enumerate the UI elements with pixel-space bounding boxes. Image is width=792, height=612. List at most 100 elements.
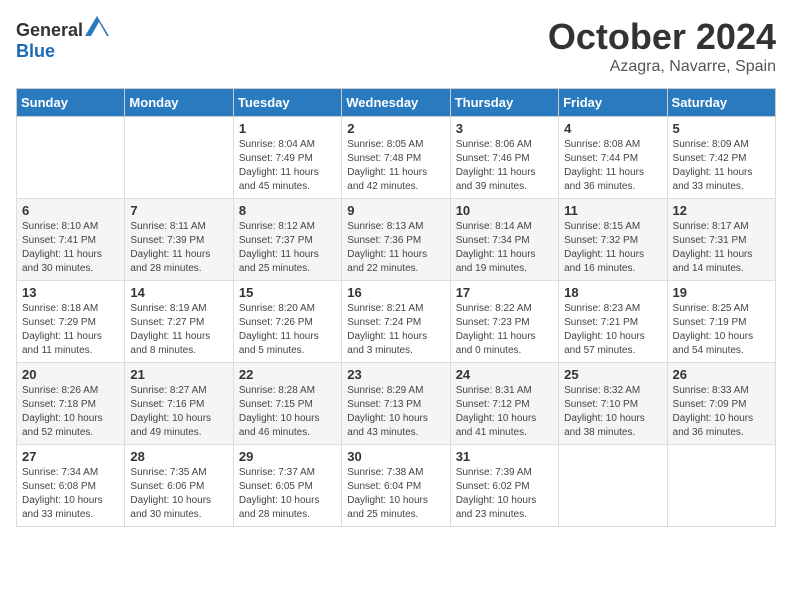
day-number: 30 bbox=[347, 449, 444, 464]
weekday-header-friday: Friday bbox=[559, 89, 667, 117]
logo-general: General bbox=[16, 20, 83, 40]
calendar-cell: 31Sunrise: 7:39 AMSunset: 6:02 PMDayligh… bbox=[450, 445, 558, 527]
day-detail: Sunrise: 7:38 AMSunset: 6:04 PMDaylight:… bbox=[347, 466, 444, 522]
day-number: 24 bbox=[456, 367, 553, 382]
calendar-cell: 4Sunrise: 8:08 AMSunset: 7:44 PMDaylight… bbox=[559, 117, 667, 199]
calendar-cell: 10 Sunrise: 8:14 AMSunset: 7:34 PMDayligh… bbox=[450, 199, 558, 281]
weekday-header-thursday: Thursday bbox=[450, 89, 558, 117]
day-detail: Sunrise: 8:17 AMSunset: 7:31 PMDaylight:… bbox=[673, 220, 770, 276]
day-detail: Sunrise: 8:26 AMSunset: 7:18 PMDaylight:… bbox=[22, 384, 119, 440]
day-number: 11 bbox=[564, 203, 661, 218]
day-detail: Sunrise: 7:37 AMSunset: 6:05 PMDaylight:… bbox=[239, 466, 336, 522]
day-detail: Sunrise: 8:20 AMSunset: 7:26 PMDaylight:… bbox=[239, 302, 336, 358]
day-detail: Sunrise: 7:35 AMSunset: 6:06 PMDaylight:… bbox=[130, 466, 227, 522]
calendar-table: SundayMondayTuesdayWednesdayThursdayFrid… bbox=[16, 88, 776, 527]
calendar-cell: 27 Sunrise: 7:34 AMSunset: 6:08 PMDayligh… bbox=[17, 445, 125, 527]
day-number: 4 bbox=[564, 121, 661, 136]
day-number: 10 bbox=[456, 203, 553, 218]
day-detail: Sunrise: 7:34 AMSunset: 6:08 PMDaylight:… bbox=[22, 466, 119, 522]
calendar-week-row: 20 Sunrise: 8:26 AMSunset: 7:18 PMDayligh… bbox=[17, 363, 776, 445]
title-block: October 2024 Azagra, Navarre, Spain bbox=[548, 16, 776, 76]
calendar-cell: 14Sunrise: 8:19 AMSunset: 7:27 PMDayligh… bbox=[125, 281, 233, 363]
calendar-cell: 23Sunrise: 8:29 AMSunset: 7:13 PMDayligh… bbox=[342, 363, 450, 445]
calendar-cell: 29 Sunrise: 7:37 AMSunset: 6:05 PMDayligh… bbox=[233, 445, 341, 527]
day-number: 15 bbox=[239, 285, 336, 300]
calendar-cell: 15 Sunrise: 8:20 AMSunset: 7:26 PMDayligh… bbox=[233, 281, 341, 363]
day-number: 18 bbox=[564, 285, 661, 300]
day-number: 1 bbox=[239, 121, 336, 136]
day-number: 26 bbox=[673, 367, 770, 382]
day-number: 31 bbox=[456, 449, 553, 464]
day-number: 13 bbox=[22, 285, 119, 300]
day-detail: Sunrise: 8:22 AMSunset: 7:23 PMDaylight:… bbox=[456, 302, 553, 358]
day-number: 23 bbox=[347, 367, 444, 382]
day-number: 25 bbox=[564, 367, 661, 382]
day-number: 7 bbox=[130, 203, 227, 218]
calendar-cell: 26 Sunrise: 8:33 AMSunset: 7:09 PMDayligh… bbox=[667, 363, 775, 445]
day-detail: Sunrise: 8:12 AMSunset: 7:37 PMDaylight:… bbox=[239, 220, 336, 276]
calendar-week-row: 13 Sunrise: 8:18 AMSunset: 7:29 PMDayligh… bbox=[17, 281, 776, 363]
day-detail: Sunrise: 8:18 AMSunset: 7:29 PMDaylight:… bbox=[22, 302, 119, 358]
day-number: 20 bbox=[22, 367, 119, 382]
day-detail: Sunrise: 8:23 AMSunset: 7:21 PMDaylight:… bbox=[564, 302, 661, 358]
weekday-header-tuesday: Tuesday bbox=[233, 89, 341, 117]
calendar-cell: 11Sunrise: 8:15 AMSunset: 7:32 PMDayligh… bbox=[559, 199, 667, 281]
day-detail: Sunrise: 8:33 AMSunset: 7:09 PMDaylight:… bbox=[673, 384, 770, 440]
logo-icon bbox=[85, 16, 109, 36]
logo-blue: Blue bbox=[16, 41, 55, 61]
day-number: 29 bbox=[239, 449, 336, 464]
day-detail: Sunrise: 8:27 AMSunset: 7:16 PMDaylight:… bbox=[130, 384, 227, 440]
weekday-header-sunday: Sunday bbox=[17, 89, 125, 117]
day-number: 21 bbox=[130, 367, 227, 382]
calendar-cell: 18 Sunrise: 8:23 AMSunset: 7:21 PMDayligh… bbox=[559, 281, 667, 363]
calendar-cell: 19 Sunrise: 8:25 AMSunset: 7:19 PMDayligh… bbox=[667, 281, 775, 363]
calendar-cell: 5Sunrise: 8:09 AMSunset: 7:42 PMDaylight… bbox=[667, 117, 775, 199]
calendar-cell bbox=[125, 117, 233, 199]
day-detail: Sunrise: 8:21 AMSunset: 7:24 PMDaylight:… bbox=[347, 302, 444, 358]
day-number: 2 bbox=[347, 121, 444, 136]
day-detail: Sunrise: 8:06 AMSunset: 7:46 PMDaylight:… bbox=[456, 138, 553, 194]
calendar-cell: 16 Sunrise: 8:21 AMSunset: 7:24 PMDayligh… bbox=[342, 281, 450, 363]
calendar-cell: 20 Sunrise: 8:26 AMSunset: 7:18 PMDayligh… bbox=[17, 363, 125, 445]
calendar-cell: 21 Sunrise: 8:27 AMSunset: 7:16 PMDayligh… bbox=[125, 363, 233, 445]
calendar-cell: 17 Sunrise: 8:22 AMSunset: 7:23 PMDayligh… bbox=[450, 281, 558, 363]
day-number: 27 bbox=[22, 449, 119, 464]
logo: General Blue bbox=[16, 16, 109, 62]
day-number: 5 bbox=[673, 121, 770, 136]
day-detail: Sunrise: 8:10 AMSunset: 7:41 PMDaylight:… bbox=[22, 220, 119, 276]
weekday-header-saturday: Saturday bbox=[667, 89, 775, 117]
day-number: 9 bbox=[347, 203, 444, 218]
calendar-cell bbox=[559, 445, 667, 527]
calendar-week-row: 6 Sunrise: 8:10 AMSunset: 7:41 PMDaylight… bbox=[17, 199, 776, 281]
day-number: 22 bbox=[239, 367, 336, 382]
calendar-cell: 25 Sunrise: 8:32 AMSunset: 7:10 PMDayligh… bbox=[559, 363, 667, 445]
calendar-cell: 7Sunrise: 8:11 AMSunset: 7:39 PMDaylight… bbox=[125, 199, 233, 281]
day-detail: Sunrise: 8:25 AMSunset: 7:19 PMDaylight:… bbox=[673, 302, 770, 358]
day-number: 28 bbox=[130, 449, 227, 464]
calendar-cell bbox=[17, 117, 125, 199]
calendar-cell: 1Sunrise: 8:04 AMSunset: 7:49 PMDaylight… bbox=[233, 117, 341, 199]
day-detail: Sunrise: 8:05 AMSunset: 7:48 PMDaylight:… bbox=[347, 138, 444, 194]
page-header: General Blue October 2024 Azagra, Navarr… bbox=[16, 16, 776, 76]
calendar-cell: 6 Sunrise: 8:10 AMSunset: 7:41 PMDaylight… bbox=[17, 199, 125, 281]
calendar-week-row: 27 Sunrise: 7:34 AMSunset: 6:08 PMDayligh… bbox=[17, 445, 776, 527]
day-detail: Sunrise: 8:14 AMSunset: 7:34 PMDaylight:… bbox=[456, 220, 553, 276]
day-number: 6 bbox=[22, 203, 119, 218]
day-number: 16 bbox=[347, 285, 444, 300]
day-number: 8 bbox=[239, 203, 336, 218]
day-detail: Sunrise: 8:28 AMSunset: 7:15 PMDaylight:… bbox=[239, 384, 336, 440]
day-detail: Sunrise: 8:31 AMSunset: 7:12 PMDaylight:… bbox=[456, 384, 553, 440]
day-number: 12 bbox=[673, 203, 770, 218]
day-number: 17 bbox=[456, 285, 553, 300]
day-number: 19 bbox=[673, 285, 770, 300]
calendar-cell bbox=[667, 445, 775, 527]
weekday-header-monday: Monday bbox=[125, 89, 233, 117]
calendar-week-row: 1Sunrise: 8:04 AMSunset: 7:49 PMDaylight… bbox=[17, 117, 776, 199]
calendar-cell: 28 Sunrise: 7:35 AMSunset: 6:06 PMDayligh… bbox=[125, 445, 233, 527]
day-detail: Sunrise: 8:32 AMSunset: 7:10 PMDaylight:… bbox=[564, 384, 661, 440]
calendar-cell: 24 Sunrise: 8:31 AMSunset: 7:12 PMDayligh… bbox=[450, 363, 558, 445]
day-number: 14 bbox=[130, 285, 227, 300]
weekday-header-row: SundayMondayTuesdayWednesdayThursdayFrid… bbox=[17, 89, 776, 117]
calendar-cell: 12 Sunrise: 8:17 AMSunset: 7:31 PMDayligh… bbox=[667, 199, 775, 281]
calendar-cell: 3Sunrise: 8:06 AMSunset: 7:46 PMDaylight… bbox=[450, 117, 558, 199]
